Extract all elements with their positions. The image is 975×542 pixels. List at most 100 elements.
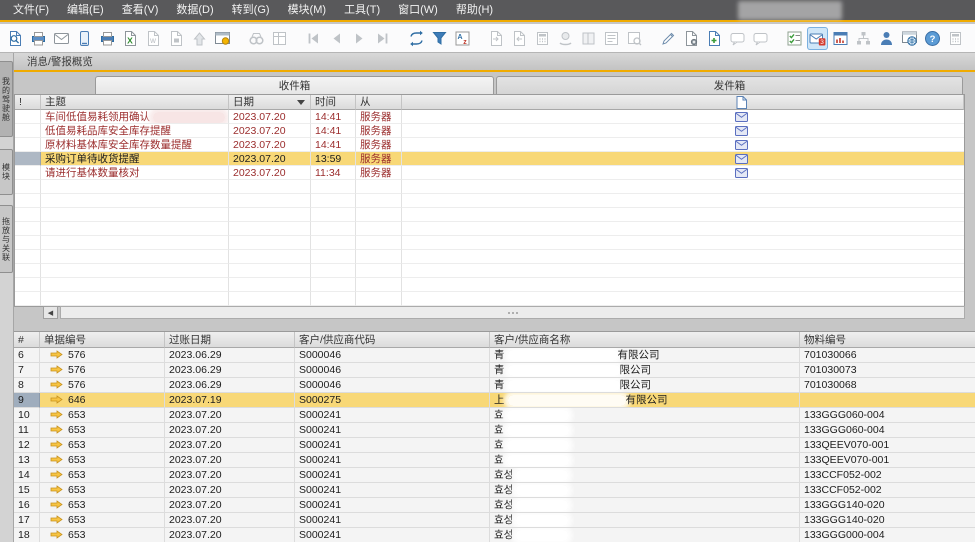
docs-col-doc-no[interactable]: 单据编号	[40, 332, 165, 348]
checklist-icon[interactable]	[784, 27, 805, 50]
link-arrow-icon[interactable]	[44, 469, 68, 481]
document-row[interactable]: 6 576 2023.06.29 S000046 青有限公司 701030066	[14, 348, 975, 363]
refresh-icon[interactable]	[406, 27, 427, 50]
envelope-icon[interactable]	[735, 112, 748, 124]
help-icon[interactable]: ?	[922, 27, 943, 50]
inbox-row[interactable]: 车间低值易耗领用确认 2023.07.20 14:41 服务器	[15, 110, 964, 124]
form-settings-icon[interactable]	[681, 27, 702, 50]
inbox-row-date: 2023.07.20	[229, 166, 311, 180]
user-defined-fields-icon[interactable]	[704, 27, 725, 50]
link-arrow-icon[interactable]	[44, 424, 68, 436]
scroll-left-button[interactable]: ◀	[43, 306, 58, 319]
menu-modules[interactable]: 模块(M)	[279, 0, 336, 21]
document-row[interactable]: 8 576 2023.06.29 S000046 青限公司 701030068	[14, 378, 975, 393]
inbox-row[interactable]: 原材料基体库安全库存数量提醒 2023.07.20 14:41 服务器	[15, 138, 964, 152]
document-row[interactable]: 13 653 2023.07.20 S000241 효 133QEEV070-0…	[14, 453, 975, 468]
menu-edit[interactable]: 编辑(E)	[58, 0, 113, 21]
inbox-col-from[interactable]: 从	[356, 95, 402, 110]
docs-col-partner-name[interactable]: 客户/供应商名称	[490, 332, 800, 348]
envelope-icon[interactable]	[735, 126, 748, 138]
document-row[interactable]: 7 576 2023.06.29 S000046 青限公司 701030073	[14, 363, 975, 378]
menu-data[interactable]: 数据(D)	[167, 0, 222, 21]
layout-designer-icon	[269, 27, 290, 50]
menu-help[interactable]: 帮助(H)	[447, 0, 502, 21]
docs-col-item-code[interactable]: 物料编号	[800, 332, 975, 348]
inbox-empty-row	[15, 292, 964, 306]
link-arrow-icon[interactable]	[44, 514, 68, 526]
link-arrow-icon[interactable]	[44, 349, 68, 361]
doc-row-posting-date: 2023.07.20	[165, 408, 295, 423]
inbox-row[interactable]: 低值易耗品库安全库存提醒 2023.07.20 14:41 服务器	[15, 124, 964, 138]
inbox-empty-row	[15, 222, 964, 236]
sidebar-tab-3[interactable]: 拖放与关联	[0, 205, 13, 273]
mobile-add-on-icon[interactable]	[74, 27, 95, 50]
sort-icon[interactable]: Az	[452, 27, 473, 50]
messages-alerts-icon[interactable]: 3	[807, 27, 828, 50]
documents-header-row: # 单据编号 过账日期 客户/供应商代码 客户/供应商名称 物料编号	[14, 332, 975, 348]
link-arrow-icon[interactable]	[44, 499, 68, 511]
document-row[interactable]: 15 653 2023.07.20 S000241 효성 133CCF052-0…	[14, 483, 975, 498]
document-row[interactable]: 11 653 2023.07.20 S000241 효 133GGG060-00…	[14, 423, 975, 438]
link-arrow-icon[interactable]	[44, 409, 68, 421]
docs-col-index[interactable]: #	[14, 332, 40, 348]
doc-row-number: 576	[40, 363, 165, 378]
doc-row-item-code: 133GGG140-020	[800, 498, 975, 513]
document-row[interactable]: 14 653 2023.07.20 S000241 효성 133CCF052-0…	[14, 468, 975, 483]
envelope-icon[interactable]	[735, 154, 748, 166]
docs-col-partner-code[interactable]: 客户/供应商代码	[295, 332, 490, 348]
my-menu-icon[interactable]	[876, 27, 897, 50]
filter-icon[interactable]	[429, 27, 450, 50]
web-client-icon[interactable]	[899, 27, 920, 50]
inbox-col-date[interactable]: 日期	[229, 95, 311, 110]
envelope-icon[interactable]	[735, 168, 748, 180]
doc-row-partner-name: 효	[490, 408, 800, 423]
menu-window[interactable]: 窗口(W)	[389, 0, 447, 21]
inbox-col-attachment[interactable]	[402, 95, 964, 110]
sidebar-tab-1[interactable]: 我的驾驶舱	[0, 61, 13, 137]
inbox-col-subject[interactable]: 主题	[41, 95, 229, 110]
sidebar-tab-2[interactable]: 模块	[0, 149, 13, 195]
document-row[interactable]: 10 653 2023.07.20 S000241 효 133GGG060-00…	[14, 408, 975, 423]
doc-row-posting-date: 2023.07.20	[165, 423, 295, 438]
document-row[interactable]: 17 653 2023.07.20 S000241 효성 133GGG140-0…	[14, 513, 975, 528]
inbox-row[interactable]: 请进行基体数量核对 2023.07.20 11:34 服务器	[15, 166, 964, 180]
redaction-blur	[507, 425, 569, 436]
link-arrow-icon[interactable]	[44, 379, 68, 391]
print-icon[interactable]	[28, 27, 49, 50]
chat-muted-icon	[727, 27, 748, 50]
link-arrow-icon[interactable]	[44, 529, 68, 541]
scrollbar-track[interactable]	[60, 306, 965, 319]
target-document-icon	[624, 27, 645, 50]
link-arrow-icon[interactable]	[44, 454, 68, 466]
docs-col-posting-date[interactable]: 过账日期	[165, 332, 295, 348]
menu-file[interactable]: 文件(F)	[4, 0, 58, 21]
tab-inbox[interactable]: 收件箱	[95, 76, 494, 94]
export-excel-icon[interactable]: X	[120, 27, 141, 50]
email-icon[interactable]	[51, 27, 72, 50]
preview-icon[interactable]	[5, 27, 26, 50]
link-arrow-icon[interactable]	[44, 439, 68, 451]
edit-pencil-icon[interactable]	[658, 27, 679, 50]
print-layout-icon[interactable]	[97, 27, 118, 50]
document-row[interactable]: 9 646 2023.07.19 S000275 上有限公司	[14, 393, 975, 408]
inbox-row-date: 2023.07.20	[229, 152, 311, 166]
tab-outbox[interactable]: 发件箱	[496, 76, 963, 94]
inbox-horizontal-scrollbar: ◀	[14, 306, 965, 319]
envelope-icon[interactable]	[735, 140, 748, 152]
lock-screen-icon[interactable]	[212, 27, 233, 50]
document-row[interactable]: 12 653 2023.07.20 S000241 효 133QEEV070-0…	[14, 438, 975, 453]
inbox-row[interactable]: 采购订单待收货提醒 2023.07.20 13:59 服务器	[15, 152, 964, 166]
report-table-icon[interactable]	[830, 27, 851, 50]
inbox-col-flag[interactable]: !	[15, 95, 41, 110]
inbox-col-time[interactable]: 时间	[311, 95, 356, 110]
link-arrow-icon[interactable]	[44, 364, 68, 376]
link-arrow-icon[interactable]	[44, 484, 68, 496]
menu-view[interactable]: 查看(V)	[113, 0, 168, 21]
inbox-empty-row	[15, 208, 964, 222]
link-arrow-icon[interactable]	[44, 394, 68, 406]
window-title[interactable]: 消息/警报概览	[27, 54, 93, 69]
document-row[interactable]: 18 653 2023.07.20 S000241 효성 133GGG000-0…	[14, 528, 975, 542]
menu-tools[interactable]: 工具(T)	[335, 0, 389, 21]
menu-goto[interactable]: 转到(G)	[223, 0, 279, 21]
document-row[interactable]: 16 653 2023.07.20 S000241 효성 133GGG140-0…	[14, 498, 975, 513]
